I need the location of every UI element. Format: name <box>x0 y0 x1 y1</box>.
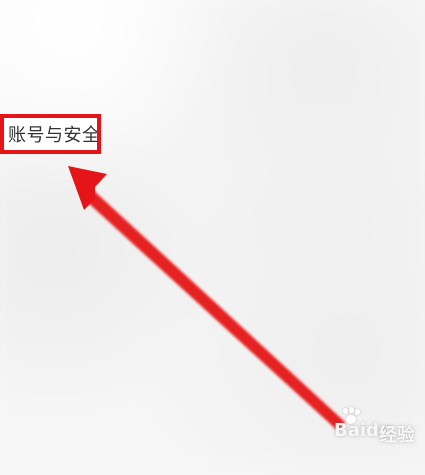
account-security-label: 账号与安全 <box>8 125 101 146</box>
watermark-suffix: 经验 <box>379 425 415 446</box>
watermark: Baidu 经验 <box>334 407 422 449</box>
account-security-highlight[interactable]: 账号与安全 <box>0 114 101 154</box>
pointer-arrow <box>68 166 345 431</box>
